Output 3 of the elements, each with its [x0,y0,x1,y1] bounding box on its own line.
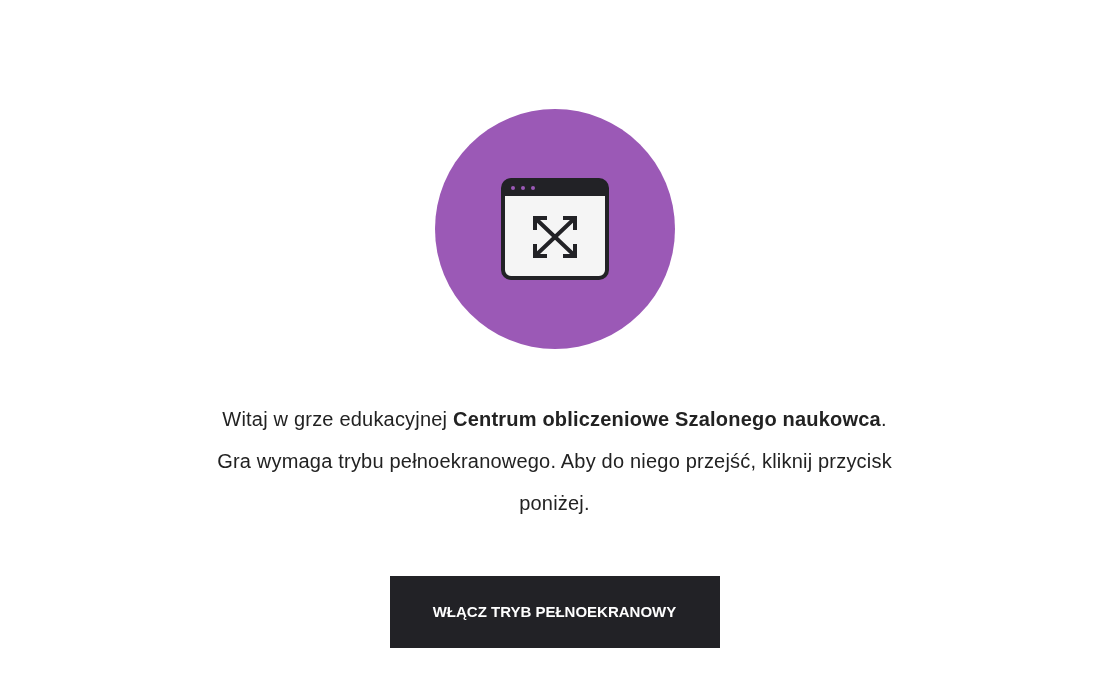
intro-text: Witaj w grze edukacyjnej Centrum obliczeniowe Szalonego naukowca. Gra wymaga trybu pełnoekranowego. Aby do niego przejść, kliknij przycisk poniżej. [216,407,893,516]
fullscreen-button[interactable]: WŁĄCZ TRYB PEŁNOEKRANOWY [389,576,720,648]
fullscreen-icon [500,178,609,280]
